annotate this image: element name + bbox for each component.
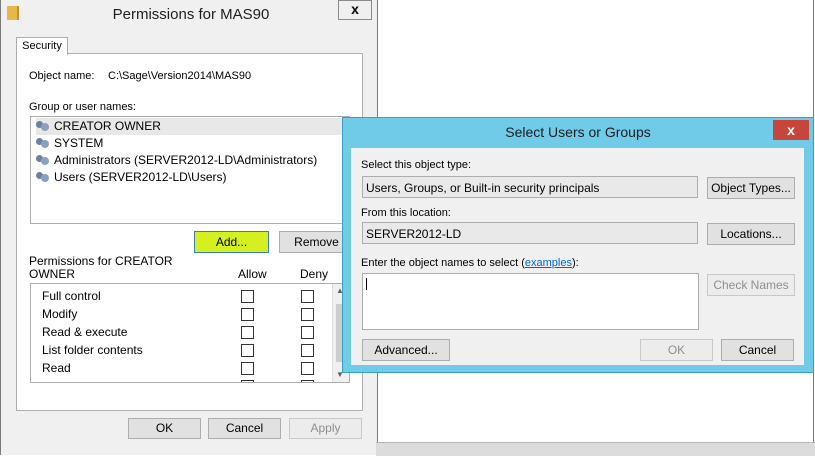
examples-link[interactable]: examples — [525, 257, 572, 269]
deny-checkbox[interactable] — [301, 380, 314, 382]
user-group-icon — [36, 120, 50, 132]
permissions-window: Permissions for MAS90 x Security Object … — [0, 0, 378, 455]
object-types-button[interactable]: Object Types... — [707, 177, 795, 199]
text-cursor — [366, 278, 367, 290]
permission-label: Full control — [42, 289, 101, 303]
add-button[interactable]: Add... — [194, 231, 269, 253]
permissions-titlebar: Permissions for MAS90 x — [1, 0, 377, 29]
permissions-for-label: Permissions for CREATOR — [29, 254, 173, 268]
allow-checkbox[interactable] — [241, 380, 254, 382]
permissions-title: Permissions for MAS90 — [112, 6, 270, 23]
tab-security[interactable]: Security — [16, 37, 68, 55]
user-group-icon — [36, 171, 50, 183]
deny-checkbox[interactable] — [301, 326, 314, 339]
cancel-button[interactable]: Cancel — [721, 339, 794, 361]
location-field: SERVER2012-LD — [362, 222, 698, 244]
table-row: Full control — [42, 287, 101, 305]
object-type-label: Select this object type: — [361, 159, 472, 171]
list-item[interactable]: SYSTEM — [36, 135, 103, 152]
ok-button[interactable]: OK — [128, 418, 201, 439]
apply-button[interactable]: Apply — [289, 418, 362, 439]
enter-names-suffix: ): — [571, 257, 579, 269]
dialog-title: Select Users or Groups — [505, 124, 651, 140]
permissions-list[interactable]: Full control Modify Read & execute List … — [30, 283, 350, 383]
advanced-button[interactable]: Advanced... — [362, 339, 450, 361]
allow-header: Allow — [238, 267, 267, 281]
deny-checkbox[interactable] — [301, 362, 314, 375]
group-user-names-label: Group or user names: — [29, 101, 136, 113]
permission-label: Read & execute — [42, 325, 128, 339]
check-names-button[interactable]: Check Names — [707, 274, 795, 296]
deny-checkbox[interactable] — [301, 344, 314, 357]
location-label: From this location: — [361, 207, 451, 219]
table-row: List folder contents — [42, 341, 143, 359]
dialog-body: Select this object type: Users, Groups, … — [351, 148, 804, 365]
close-button[interactable]: x — [338, 0, 372, 20]
allow-checkbox[interactable] — [241, 326, 254, 339]
close-button[interactable]: x — [773, 120, 809, 140]
list-item[interactable]: CREATOR OWNER — [36, 118, 346, 135]
allow-checkbox[interactable] — [241, 308, 254, 321]
user-label: SYSTEM — [54, 136, 104, 150]
users-listbox[interactable]: CREATOR OWNER SYSTEM Administrators (SER… — [30, 116, 350, 224]
enter-names-text: Enter the object names to select ( — [361, 257, 525, 269]
permission-label: List folder contents — [42, 343, 143, 357]
allow-checkbox[interactable] — [241, 344, 254, 357]
user-group-icon — [36, 154, 50, 166]
select-users-dialog: Select Users or Groups x Select this obj… — [342, 117, 814, 373]
user-label: Administrators (SERVER2012-LD\Administra… — [54, 153, 318, 167]
allow-checkbox[interactable] — [241, 290, 254, 303]
allow-checkbox[interactable] — [241, 362, 254, 375]
table-row: Modify — [42, 305, 77, 323]
object-type-field: Users, Groups, or Built-in security prin… — [362, 176, 698, 198]
table-row: Read — [42, 359, 71, 377]
user-group-icon — [36, 137, 50, 149]
ok-button[interactable]: OK — [640, 339, 713, 361]
deny-checkbox[interactable] — [301, 308, 314, 321]
deny-header: Deny — [300, 267, 329, 281]
deny-checkbox[interactable] — [301, 290, 314, 303]
security-tab-page: Object name: C:\Sage\Version2014\MAS90 G… — [16, 53, 363, 411]
permission-label: Modify — [42, 307, 78, 321]
enter-names-label: Enter the object names to select (exampl… — [361, 257, 579, 269]
list-item[interactable]: Users (SERVER2012-LD\Users) — [36, 169, 227, 186]
background-strip — [376, 442, 815, 456]
permission-label: Read — [42, 361, 71, 375]
object-name-label: Object name: — [29, 70, 95, 82]
object-name-value: C:\Sage\Version2014\MAS90 — [108, 70, 252, 82]
list-item[interactable]: Administrators (SERVER2012-LD\Administra… — [36, 152, 317, 169]
user-label: CREATOR OWNER — [54, 119, 161, 133]
table-row: Read & execute — [42, 323, 127, 341]
object-names-input[interactable] — [362, 273, 699, 330]
folder-icon — [7, 6, 19, 20]
permissions-for-label-owner: OWNER — [29, 267, 75, 281]
cancel-button[interactable]: Cancel — [208, 418, 281, 439]
user-label: Users (SERVER2012-LD\Users) — [54, 170, 227, 184]
locations-button[interactable]: Locations... — [707, 223, 795, 245]
